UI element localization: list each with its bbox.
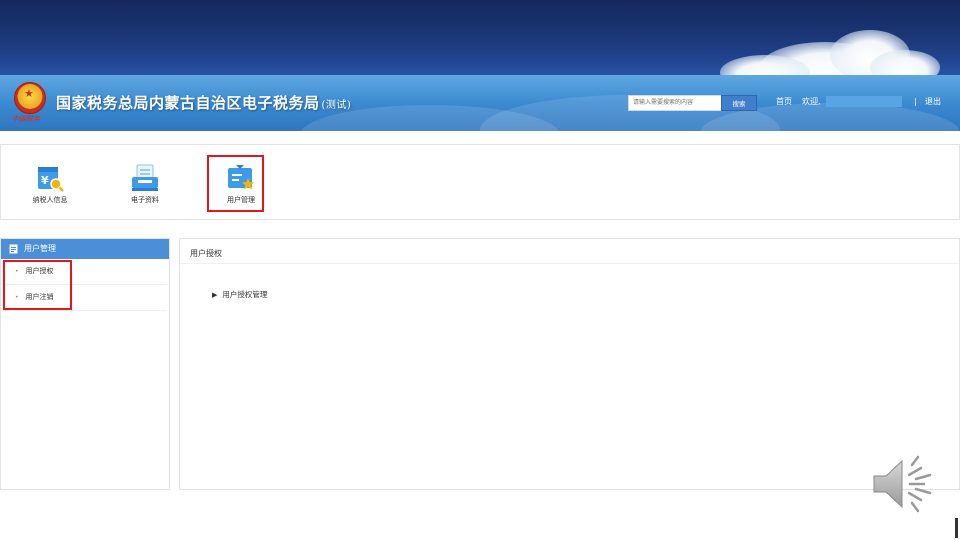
tree-node-user-authorization-management[interactable]: ▶ 用户授权管理	[212, 289, 267, 300]
site-title-text: 国家税务总局内蒙古自治区电子税务局	[56, 94, 320, 112]
sidebar-header: 用户管理	[1, 239, 169, 259]
expand-arrow-icon[interactable]: ▶	[212, 291, 217, 299]
emblem-signature: 中国税务	[12, 115, 40, 123]
tree-node-label: 用户授权管理	[222, 290, 268, 299]
top-banner	[0, 0, 960, 75]
main-panel: 用户授权 ▶ 用户授权管理	[179, 238, 960, 490]
search-button[interactable]: 搜索	[721, 95, 757, 111]
app-label: 纳税人信息	[32, 196, 68, 204]
panel-title: 用户授权	[180, 239, 959, 264]
document-icon	[9, 244, 18, 254]
site-title: 国家税务总局内蒙古自治区电子税务局 (测试)	[56, 92, 351, 113]
sidebar-title: 用户管理	[24, 244, 56, 253]
speaker-icon[interactable]	[872, 455, 936, 513]
home-link[interactable]: 首页	[776, 97, 792, 107]
scroll-indicator	[955, 518, 958, 538]
highlight-box-sidebar-items	[3, 260, 72, 310]
search-input[interactable]	[628, 95, 726, 111]
app-electronic-docs[interactable]: 电子资料	[114, 163, 176, 205]
username-field	[826, 96, 902, 107]
highlight-box-user-management	[207, 155, 264, 212]
nav-separator: |	[914, 97, 917, 106]
app-label: 电子资料	[131, 196, 159, 204]
app-taxpayer-info[interactable]: ¥ 纳税人信息	[19, 163, 81, 205]
electronic-docs-icon	[132, 164, 158, 191]
site-title-suffix: (测试)	[321, 100, 352, 111]
taxpayer-info-icon: ¥	[38, 167, 64, 192]
welcome-text: 欢迎,	[802, 97, 821, 106]
svg-text:¥: ¥	[41, 174, 49, 187]
tax-emblem-icon: ★	[14, 82, 46, 114]
app-icon-bar: ¥ 纳税人信息 电子资料 用户管理	[0, 144, 960, 220]
logout-link[interactable]: 退出	[925, 97, 941, 107]
